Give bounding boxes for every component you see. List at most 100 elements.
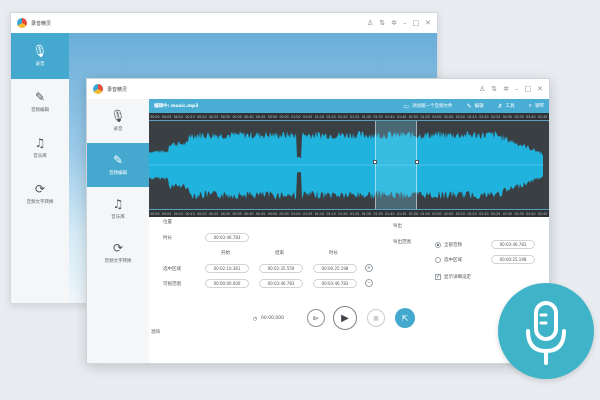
- front-window-title: 录音精灵: [107, 86, 128, 93]
- timeline-tick-label: 00:05: [162, 114, 172, 119]
- position-label: 位置: [163, 220, 172, 225]
- sidebar-item-label: 音频编辑: [109, 171, 127, 176]
- show-detail-label: 显示详细设定: [444, 275, 471, 280]
- sidebar-item-label: 音乐库: [111, 215, 125, 220]
- visible-end-field[interactable]: 00:03:46.783: [259, 279, 303, 288]
- selection-start-field[interactable]: 00:02:10.361: [205, 264, 249, 273]
- selection-end-field[interactable]: 00:02:35.559: [259, 264, 303, 273]
- timeline-tick-label: 02:30: [502, 114, 512, 119]
- clock-icon: ◷: [253, 316, 258, 322]
- add-file-button[interactable]: ▭ 添加随一个音频文件: [403, 103, 452, 110]
- edit-button[interactable]: ✎ 编辑: [467, 103, 484, 110]
- selection-region[interactable]: [375, 121, 417, 209]
- pen-icon: ✎: [34, 90, 46, 104]
- edit-label: 编辑: [474, 104, 484, 109]
- sidebar-item-speech-to-text[interactable]: ⟳ 音频文字转换: [87, 231, 149, 275]
- back-window-title: 录音精灵: [31, 20, 52, 27]
- pen-icon: ✎: [466, 102, 472, 110]
- timeline-tick-label: 01:00: [291, 211, 301, 216]
- minimize-icon[interactable]: –: [515, 85, 519, 93]
- back-title-bar: 录音精灵 ♙ ⇅ ✲ – □ ✕: [11, 13, 437, 33]
- sort-icon[interactable]: ⇅: [491, 85, 497, 93]
- search-label: 钢琴: [535, 104, 544, 109]
- timeline-tick-label: 02:00: [432, 114, 442, 119]
- visible-start-field[interactable]: 00:00:00.000: [205, 279, 249, 288]
- timeline-tick-label: 01:40: [385, 114, 395, 119]
- maximize-icon[interactable]: □: [525, 85, 532, 93]
- settings-icon[interactable]: ✲: [503, 85, 509, 93]
- stop-button[interactable]: ■: [367, 309, 385, 327]
- audio-waveform[interactable]: [149, 121, 543, 209]
- selection-end-handle[interactable]: [415, 160, 419, 164]
- selected-area-radio[interactable]: [435, 257, 441, 263]
- sort-icon[interactable]: ⇅: [379, 19, 385, 27]
- show-detail-checkbox[interactable]: ✓: [435, 274, 441, 280]
- sidebar-item-record[interactable]: 🎙 录音: [87, 99, 149, 143]
- timeline-tick-label: 00:20: [197, 211, 207, 216]
- loop-play-button[interactable]: ⧐: [307, 309, 325, 327]
- timeline-tick-label: 02:25: [491, 114, 501, 119]
- minimize-icon[interactable]: –: [403, 19, 407, 27]
- timeline-tick-label: 01:30: [361, 114, 371, 119]
- timeline-tick-label: 00:30: [220, 211, 230, 216]
- back-sidebar-item-audio-edit[interactable]: ✎ 音频编辑: [11, 79, 69, 125]
- timeline-tick-label: 02:25: [491, 211, 501, 216]
- time-display: 00:00.000: [261, 316, 284, 321]
- convert-icon: ⟳: [112, 241, 124, 255]
- visible-range-label: 可视范围: [163, 282, 181, 287]
- close-icon[interactable]: ✕: [425, 19, 431, 27]
- user-icon[interactable]: ♙: [479, 85, 485, 93]
- front-window: 录音精灵 ♙ ⇅ ✲ – □ ✕ 🎙 录音 ✎ 音频编辑 ♫ 音乐库 ⟳ 音频文…: [86, 78, 550, 364]
- back-sidebar-item-music-library[interactable]: ♫ 音乐库: [11, 125, 69, 171]
- timeline-tick-label: 00:50: [267, 114, 277, 119]
- settings-icon[interactable]: ✲: [391, 19, 397, 27]
- timeline-tick-label: 02:45: [538, 211, 548, 216]
- microphone-icon: 🎙: [32, 44, 48, 58]
- all-audio-radio[interactable]: [435, 242, 441, 248]
- close-icon[interactable]: ✕: [537, 85, 543, 93]
- timeline-tick-label: 01:10: [314, 211, 324, 216]
- play-button[interactable]: ▶: [333, 306, 357, 330]
- timeline-tick-label: 00:55: [279, 114, 289, 119]
- back-window-controls: ♙ ⇅ ✲ – □ ✕: [367, 19, 431, 27]
- timeline-tick-label: 02:15: [467, 114, 477, 119]
- selection-length-field[interactable]: 00:00:25.198: [313, 264, 357, 273]
- timeline-tick-label: 01:55: [420, 114, 430, 119]
- zoom-out-icon[interactable]: −: [365, 279, 373, 287]
- visible-length-field[interactable]: 00:03:46.783: [313, 279, 357, 288]
- current-file-name: 编辑中: music.mp3: [154, 104, 199, 109]
- timeline-tick-label: 02:05: [444, 114, 454, 119]
- sidebar-item-label: 音频文字转换: [26, 200, 54, 205]
- selected-area-label: 选中区域: [444, 258, 462, 263]
- app-logo-icon: [93, 84, 103, 94]
- export-button[interactable]: ⇱: [395, 308, 415, 328]
- timeline-tick-label: 01:35: [373, 114, 383, 119]
- timeline-tick-label: 02:40: [526, 114, 536, 119]
- edit-panel: 位置 时长 00:03:46.783 开始 结束 时长 选中区域 00:02:1…: [149, 217, 549, 363]
- selection-start-handle[interactable]: [373, 160, 377, 164]
- zoom-in-icon[interactable]: +: [365, 264, 373, 272]
- timeline-tick-label: 02:40: [526, 211, 536, 216]
- timeline-tick-label: 00:00: [150, 114, 160, 119]
- timeline-tick-label: 02:05: [444, 211, 454, 216]
- timeline-ruler-bottom: 00:00 00:05 00:10 00:15 00:20 00:25 00:30 00:35…: [149, 209, 549, 217]
- timeline-tick-label: 01:55: [420, 211, 430, 216]
- timeline-tick-label: 00:05: [162, 211, 172, 216]
- timeline-tick-label: 00:35: [232, 114, 242, 119]
- timeline-tick-label: 01:30: [361, 211, 371, 216]
- back-sidebar-item-record[interactable]: 🎙 录音: [11, 33, 69, 79]
- search-button[interactable]: ⌕ 钢琴: [529, 102, 544, 110]
- maximize-icon[interactable]: □: [413, 19, 420, 27]
- start-column-label: 开始: [221, 251, 230, 256]
- user-icon[interactable]: ♙: [367, 19, 373, 27]
- music-list-icon: ♫: [112, 197, 124, 211]
- back-sidebar-item-speech-to-text[interactable]: ⟳ 音频文字转换: [11, 171, 69, 217]
- tools-button[interactable]: ✗ 工具: [498, 103, 515, 110]
- timeline-tick-label: 00:00: [150, 211, 160, 216]
- sidebar-item-audio-edit[interactable]: ✎ 音频编辑: [87, 143, 149, 187]
- microphone-icon: 🎙: [110, 109, 126, 123]
- timeline-tick-label: 02:45: [538, 114, 548, 119]
- waveform-area[interactable]: 00:00 00:05 00:10 00:15 00:20 00:25 00:30 00:35…: [149, 113, 549, 217]
- timeline-tick-label: 00:55: [279, 211, 289, 216]
- sidebar-item-music-library[interactable]: ♫ 音乐库: [87, 187, 149, 231]
